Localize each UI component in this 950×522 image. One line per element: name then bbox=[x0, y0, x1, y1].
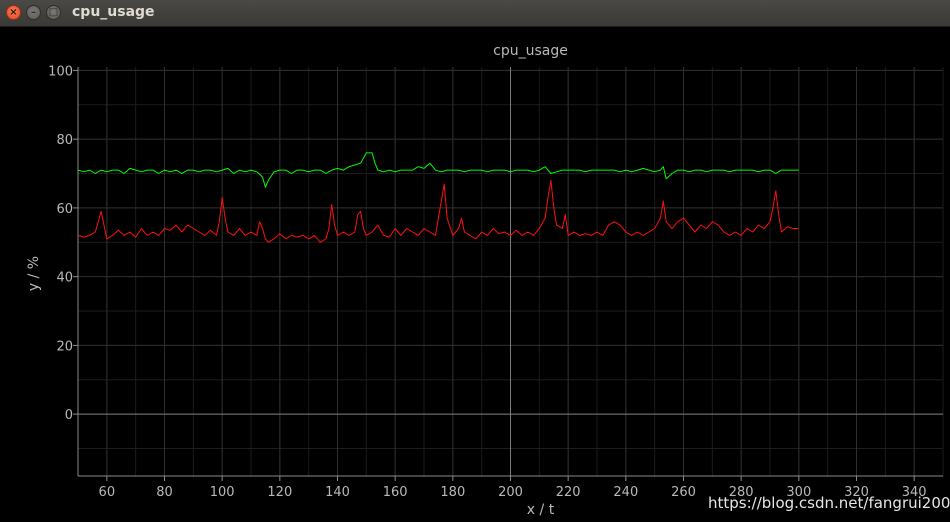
y-tick-label: 40 bbox=[56, 271, 73, 286]
y-axis-title: y / % bbox=[26, 256, 42, 291]
x-tick-label: 100 bbox=[210, 485, 235, 500]
chart-title: cpu_usage bbox=[493, 43, 568, 59]
y-tick-label: 100 bbox=[48, 64, 73, 79]
app-window: × – □ cpu_usage 60 80 100 120 140 160 180 200 22… bbox=[0, 0, 950, 522]
y-tick-label: 80 bbox=[56, 133, 73, 148]
y-tick-label: 20 bbox=[56, 339, 73, 354]
x-tick-label: 120 bbox=[267, 485, 292, 500]
window-title: cpu_usage bbox=[72, 4, 155, 20]
x-tick-label: 200 bbox=[498, 485, 523, 500]
title-bar[interactable]: × – □ cpu_usage bbox=[0, 0, 950, 27]
maximize-button[interactable]: □ bbox=[46, 5, 61, 20]
axes bbox=[73, 67, 943, 481]
x-tick-label: 160 bbox=[383, 485, 408, 500]
x-tick-label: 180 bbox=[440, 485, 465, 500]
close-button[interactable]: × bbox=[6, 5, 21, 20]
close-icon: × bbox=[9, 7, 18, 18]
series-lines bbox=[77, 152, 799, 243]
x-tick-label: 220 bbox=[556, 485, 581, 500]
maximize-icon: □ bbox=[48, 7, 59, 18]
watermark: https://blog.csdn.net/fangrui2005 bbox=[708, 494, 950, 512]
y-tick-label: 60 bbox=[56, 202, 73, 217]
minimize-button[interactable]: – bbox=[26, 5, 41, 20]
cpu-usage-chart: 60 80 100 120 140 160 180 200 220 240 260 280 300 320… bbox=[26, 43, 944, 518]
x-tick-label: 60 bbox=[99, 485, 116, 500]
x-tick-label: 260 bbox=[671, 485, 696, 500]
series-line-1 bbox=[77, 152, 799, 188]
x-tick-label: 140 bbox=[325, 485, 350, 500]
series-line-2 bbox=[77, 179, 799, 243]
x-axis-title: x / t bbox=[527, 502, 555, 518]
x-tick-label: 240 bbox=[613, 485, 638, 500]
x-tick-label: 80 bbox=[156, 485, 173, 500]
minimize-icon: – bbox=[31, 7, 36, 18]
tick-labels: 60 80 100 120 140 160 180 200 220 240 260 280 300 320… bbox=[48, 64, 926, 500]
y-tick-label: 0 bbox=[65, 408, 73, 423]
